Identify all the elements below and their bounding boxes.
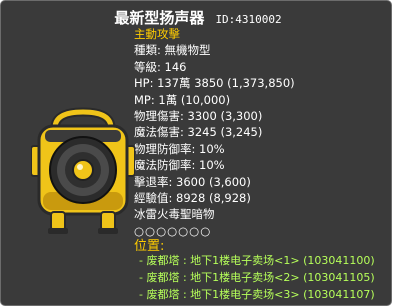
stat-type: 種類: 無機物型 <box>134 43 211 58</box>
stat-magic-damage: 魔法傷害: 3245 (3,245) <box>134 125 263 140</box>
element-names: 冰雷火毒聖暗物 <box>134 207 215 222</box>
location-entry: - 废都塔 : 地下1楼电子卖场<3> (103041107) <box>139 288 375 301</box>
mob-info-tooltip: 最新型扬声器 ID:4310002 主動攻擊 種類: 無機物型 等級: 146 … <box>0 0 392 306</box>
stats-list: 主動攻擊 種類: 無機物型 等級: 146 HP: 137萬 3850 (1,3… <box>134 26 295 239</box>
stat-exp: 經驗值: 8928 (8,928) <box>134 190 251 205</box>
mob-name: 最新型扬声器 <box>114 9 205 27</box>
stat-physical-defense: 物理防御率: 10% <box>134 141 225 156</box>
stat-physical-damage: 物理傷害: 3300 (3,300) <box>134 108 263 123</box>
aggressive-tag: 主動攻擊 <box>134 27 180 41</box>
stat-level: 等級: 146 <box>134 59 187 74</box>
stat-magic-defense: 魔法防御率: 10% <box>134 158 225 173</box>
speaker-monster-icon <box>31 107 135 234</box>
location-entry: - 废都塔 : 地下1楼电子卖场<1> (103041100) <box>139 254 375 267</box>
stat-mp: MP: 1萬 (10,000) <box>134 92 231 107</box>
stat-knockback: 擊退率: 3600 (3,600) <box>134 174 251 189</box>
location-list: - 废都塔 : 地下1楼电子卖场<1> (103041100) - 废都塔 : … <box>139 252 375 303</box>
stat-hp: HP: 137萬 3850 (1,373,850) <box>134 76 295 91</box>
mob-id: ID:4310002 <box>215 13 282 26</box>
location-entry: - 废都塔 : 地下1楼电子卖场<2> (103041105) <box>139 271 375 284</box>
title-row: 最新型扬声器 ID:4310002 <box>1 7 391 28</box>
